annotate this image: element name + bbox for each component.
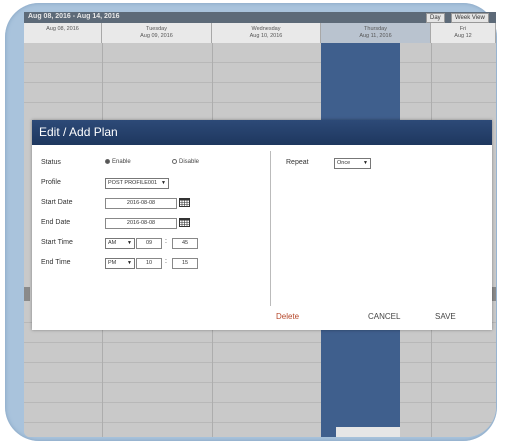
- end-ampm-value: PM: [108, 260, 117, 266]
- grid-line: [24, 102, 496, 103]
- day-header-thursday[interactable]: Thursday Aug 11, 2016: [321, 23, 431, 43]
- day-header-wednesday[interactable]: Wednesday Aug 10, 2016: [212, 23, 321, 43]
- calendar-screen: Aug 08, 2016 - Aug 14, 2016 Day Week Vie…: [24, 12, 496, 437]
- start-time-label: Start Time: [41, 239, 73, 246]
- profile-select[interactable]: POST PROFILE001 ▼: [105, 178, 169, 189]
- radio-dot-icon: [172, 159, 177, 164]
- grid-line: [24, 362, 496, 363]
- disable-radio[interactable]: Disable: [172, 159, 199, 165]
- calendar-icon[interactable]: [179, 217, 190, 227]
- save-button[interactable]: SAVE: [435, 312, 456, 321]
- day-view-button[interactable]: Day: [426, 13, 445, 23]
- end-hour-input[interactable]: 10: [136, 258, 162, 269]
- profile-value: POST PROFILE001: [108, 180, 158, 186]
- enable-radio[interactable]: Enable: [105, 159, 131, 165]
- start-ampm-value: AM: [108, 240, 117, 246]
- column-divider: [270, 151, 271, 306]
- start-ampm-select[interactable]: AM ▼: [105, 238, 135, 249]
- edit-plan-dialog: Edit / Add Plan Status Enable Disable Pr…: [32, 120, 492, 330]
- start-date-label: Start Date: [41, 199, 73, 206]
- dialog-title: Edit / Add Plan: [32, 120, 492, 145]
- start-hour-input[interactable]: 09: [136, 238, 162, 249]
- day-date: Aug 09, 2016: [140, 33, 173, 39]
- left-scroll-tab[interactable]: [24, 287, 30, 301]
- calendar-toolbar: Aug 08, 2016 - Aug 14, 2016 Day Week Vie…: [24, 12, 496, 23]
- time-separator: :: [165, 238, 167, 245]
- start-date-input[interactable]: 2016-08-08: [105, 198, 177, 209]
- end-date-input[interactable]: 2016-08-08: [105, 218, 177, 229]
- end-minute-input[interactable]: 15: [172, 258, 198, 269]
- day-date: Aug 08, 2016: [46, 26, 79, 32]
- day-name: Wednesday: [251, 26, 281, 32]
- radio-dot-icon: [105, 159, 110, 164]
- end-ampm-select[interactable]: PM ▼: [105, 258, 135, 269]
- repeat-value: Once: [337, 160, 351, 166]
- delete-button[interactable]: Delete: [276, 312, 299, 321]
- week-view-button[interactable]: Week View: [451, 13, 489, 23]
- end-date-label: End Date: [41, 219, 71, 226]
- day-name: Thursday: [364, 26, 387, 32]
- chevron-down-icon: ▼: [363, 160, 368, 166]
- day-header-friday[interactable]: Fri Aug 12: [431, 23, 496, 43]
- day-header-monday[interactable]: Aug 08, 2016: [24, 23, 102, 43]
- chevron-down-icon: ▼: [161, 180, 166, 186]
- cancel-button[interactable]: CANCEL: [368, 312, 400, 321]
- calendar-icon[interactable]: [179, 197, 190, 207]
- grid-line: [24, 382, 496, 383]
- start-minute-input[interactable]: 45: [172, 238, 198, 249]
- profile-label: Profile: [41, 179, 61, 186]
- enable-label: Enable: [112, 159, 131, 166]
- day-header-tuesday[interactable]: Tuesday Aug 09, 2016: [102, 23, 212, 43]
- end-time-label: End Time: [41, 259, 71, 266]
- chevron-down-icon: ▼: [127, 260, 132, 266]
- grid-line: [24, 422, 496, 423]
- chevron-down-icon: ▼: [127, 240, 132, 246]
- status-label: Status: [41, 159, 61, 166]
- dialog-body: Status Enable Disable Profile POST PROFI…: [32, 145, 492, 330]
- grid-line: [24, 82, 496, 83]
- grid-line: [24, 342, 496, 343]
- date-range: Aug 08, 2016 - Aug 14, 2016: [28, 13, 120, 20]
- day-name: Tuesday: [146, 26, 167, 32]
- day-name: Fri: [459, 26, 467, 32]
- repeat-label: Repeat: [286, 159, 309, 166]
- repeat-select[interactable]: Once ▼: [334, 158, 371, 169]
- day-date: Aug 10, 2016: [249, 33, 283, 39]
- day-date: Aug 11, 2016: [359, 33, 392, 39]
- grid-line: [24, 62, 496, 63]
- plan-block[interactable]: [321, 341, 385, 437]
- grid-line: [24, 402, 496, 403]
- time-separator: :: [165, 258, 167, 265]
- disable-label: Disable: [179, 159, 200, 166]
- day-date: Aug 12: [454, 33, 472, 39]
- empty-slot[interactable]: [336, 427, 400, 437]
